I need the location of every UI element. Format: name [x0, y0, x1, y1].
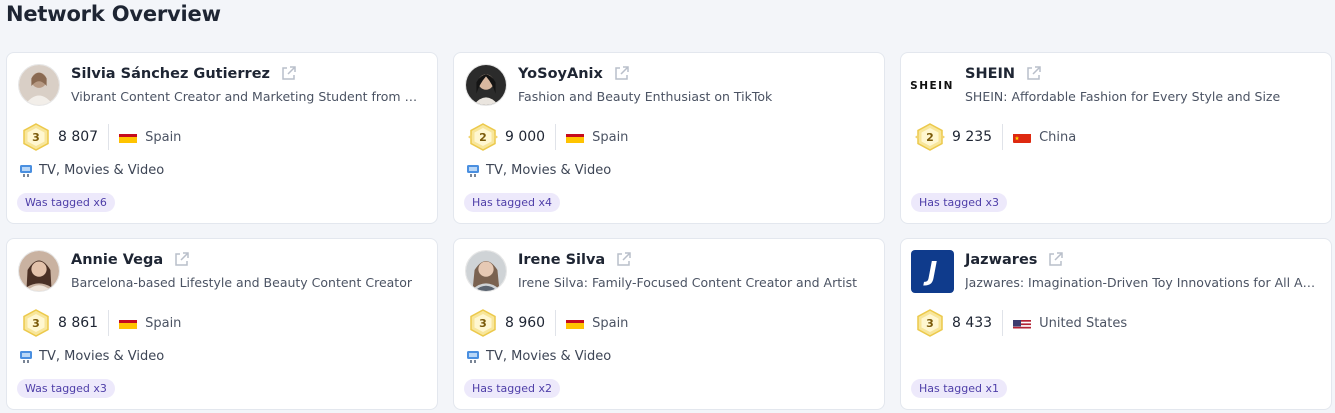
profile-card[interactable]: SHEIN SHEIN SHEIN: Affordable Fashion fo… [900, 52, 1332, 224]
avatar[interactable] [465, 64, 507, 106]
divider [1002, 124, 1004, 150]
tag-count-badge[interactable]: Has tagged x2 [464, 379, 561, 398]
profile-name[interactable]: Annie Vega [71, 252, 163, 268]
profile-card[interactable]: Annie Vega Barcelona-based Lifestyle and… [6, 238, 438, 410]
spain-flag-icon [119, 317, 138, 329]
category-row: TV, Movies & Video [466, 163, 611, 178]
tv-icon [19, 164, 33, 177]
tier-badge: 2 [915, 123, 945, 151]
profile-description: Vibrant Content Creator and Marketing St… [71, 89, 425, 104]
stats-row: 3 8 807 Spain [21, 123, 181, 151]
page-title: Network Overview [6, 2, 221, 26]
divider [555, 310, 557, 336]
external-link-icon[interactable] [1047, 251, 1064, 268]
shein-logo[interactable]: SHEIN [909, 63, 955, 109]
stats-row: 3 8 861 Spain [21, 309, 181, 337]
profile-name[interactable]: Jazwares [965, 252, 1037, 268]
country-label: Spain [592, 315, 629, 331]
country-label: China [1039, 129, 1077, 145]
category-label: TV, Movies & Video [486, 163, 612, 178]
profile-card[interactable]: Silvia Sánchez Gutierrez Vibrant Content… [6, 52, 438, 224]
profile-name[interactable]: Irene Silva [518, 252, 605, 268]
country-label: United States [1039, 315, 1128, 331]
divider [555, 124, 557, 150]
tv-icon [466, 350, 480, 363]
external-link-icon[interactable] [613, 65, 630, 82]
avatar[interactable] [465, 250, 507, 292]
tag-count-badge[interactable]: Was tagged x3 [17, 379, 115, 398]
score-value: 8 960 [505, 315, 546, 331]
spain-flag-icon [566, 131, 585, 143]
divider [1002, 310, 1004, 336]
tag-count-badge[interactable]: Has tagged x1 [911, 379, 1008, 398]
profile-description: Irene Silva: Family-Focused Content Crea… [518, 275, 858, 290]
score-value: 8 807 [58, 129, 99, 145]
profile-description: SHEIN: Affordable Fashion for Every Styl… [965, 89, 1281, 104]
network-grid: Silvia Sánchez Gutierrez Vibrant Content… [6, 52, 1334, 410]
spain-flag-icon [119, 131, 138, 143]
score-value: 9 000 [505, 129, 546, 145]
divider [108, 124, 110, 150]
tag-count-badge[interactable]: Was tagged x6 [17, 193, 115, 212]
profile-card[interactable]: YoSoyAnix Fashion and Beauty Enthusiast … [453, 52, 885, 224]
profile-description: Fashion and Beauty Enthusiast on TikTok [518, 89, 773, 104]
country-label: Spain [145, 129, 182, 145]
profile-description: Barcelona-based Lifestyle and Beauty Con… [71, 275, 412, 290]
divider [108, 310, 110, 336]
avatar[interactable] [18, 250, 60, 292]
jazwares-logo[interactable]: J [911, 250, 954, 293]
category-label: TV, Movies & Video [39, 163, 165, 178]
external-link-icon[interactable] [1025, 65, 1042, 82]
country-label: Spain [145, 315, 182, 331]
profile-description: Jazwares: Imagination-Driven Toy Innovat… [965, 275, 1319, 290]
category-row: TV, Movies & Video [466, 349, 611, 364]
stats-row: 2 9 000 Spain [468, 123, 628, 151]
tag-count-badge[interactable]: Has tagged x4 [464, 193, 561, 212]
profile-name[interactable]: Silvia Sánchez Gutierrez [71, 66, 270, 82]
score-value: 8 433 [952, 315, 993, 331]
external-link-icon[interactable] [280, 65, 297, 82]
tier-badge: 3 [21, 309, 51, 337]
logo-text: SHEIN [910, 80, 954, 92]
external-link-icon[interactable] [615, 251, 632, 268]
profile-name[interactable]: YoSoyAnix [518, 66, 603, 82]
stats-row: 3 8 433 United States [915, 309, 1127, 337]
tag-count-badge[interactable]: Has tagged x3 [911, 193, 1008, 212]
tier-badge: 2 [468, 123, 498, 151]
avatar[interactable] [18, 64, 60, 106]
profile-card[interactable]: Irene Silva Irene Silva: Family-Focused … [453, 238, 885, 410]
category-row: TV, Movies & Video [19, 349, 164, 364]
tv-icon [466, 164, 480, 177]
profile-card[interactable]: J Jazwares Jazwares: Imagination-Driven … [900, 238, 1332, 410]
tv-icon [19, 350, 33, 363]
external-link-icon[interactable] [173, 251, 190, 268]
profile-name[interactable]: SHEIN [965, 66, 1015, 82]
category-label: TV, Movies & Video [39, 349, 165, 364]
us-flag-icon [1013, 317, 1032, 329]
stats-row: 2 9 235 China [915, 123, 1076, 151]
category-label: TV, Movies & Video [486, 349, 612, 364]
tier-badge: 3 [468, 309, 498, 337]
country-label: Spain [592, 129, 629, 145]
category-row: TV, Movies & Video [19, 163, 164, 178]
spain-flag-icon [566, 317, 585, 329]
stats-row: 3 8 960 Spain [468, 309, 628, 337]
tier-badge: 3 [915, 309, 945, 337]
logo-text: J [927, 256, 938, 287]
tier-badge: 3 [21, 123, 51, 151]
china-flag-icon [1013, 131, 1032, 143]
score-value: 8 861 [58, 315, 99, 331]
score-value: 9 235 [952, 129, 993, 145]
